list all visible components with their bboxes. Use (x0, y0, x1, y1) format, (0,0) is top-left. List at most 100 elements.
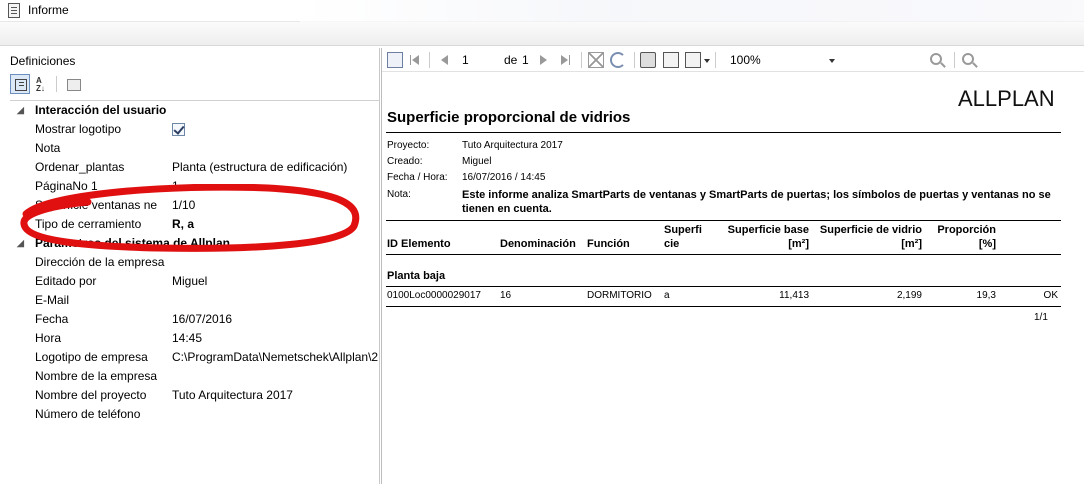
zoom-dropdown-icon[interactable] (829, 59, 835, 63)
property-row-hora[interactable]: Hora 14:45 (10, 329, 380, 348)
refresh-icon[interactable] (610, 52, 626, 68)
first-page-icon[interactable] (407, 52, 423, 68)
edit-icon[interactable] (387, 52, 403, 68)
report-viewer: 1 de 1 100% ALLPLAN Superficie proporcio… (381, 48, 1084, 484)
toolbar-separator (954, 52, 955, 68)
divider (386, 286, 1061, 287)
property-value[interactable]: Planta (estructura de edificación) (172, 158, 382, 177)
export-dropdown-icon[interactable] (704, 59, 710, 63)
property-label: Editado por (35, 274, 97, 288)
property-label: PáginaNo 1 (35, 179, 98, 193)
category-parametros-sistema[interactable]: ◢ Parámetros del sistema de Allplan (10, 234, 380, 253)
property-label: Tipo de cerramiento (35, 217, 142, 231)
property-value[interactable]: 16/07/2016 (172, 310, 382, 329)
categorized-icon[interactable] (10, 74, 30, 94)
zoom-select[interactable]: 100% (730, 52, 761, 68)
search-icon[interactable] (930, 53, 942, 65)
category-label: Interacción del usuario (35, 103, 167, 117)
property-row-email[interactable]: E-Mail (10, 291, 380, 310)
nota-label: Nota: (387, 189, 411, 200)
export-icon[interactable] (685, 52, 701, 68)
meta-label: Proyecto: (387, 140, 430, 151)
property-row-mostrar-logotipo[interactable]: Mostrar logotipo (10, 120, 380, 139)
property-value[interactable]: Tuto Arquitectura 2017 (172, 386, 382, 405)
collapse-icon[interactable]: ◢ (17, 101, 24, 120)
report-page: ALLPLAN Superficie proporcional de vidri… (386, 76, 1061, 481)
property-row-fecha[interactable]: Fecha 16/07/2016 (10, 310, 380, 329)
property-row-nombre-empresa[interactable]: Nombre de la empresa (10, 367, 380, 386)
toolbar-separator (715, 52, 716, 68)
property-row-nombre-proyecto[interactable]: Nombre del proyecto Tuto Arquitectura 20… (10, 386, 380, 405)
property-label: Fecha (35, 312, 69, 326)
page-indicator: 1/1 (1034, 312, 1048, 323)
property-value[interactable]: 1/10 (172, 196, 382, 215)
meta-value: Tuto Arquitectura 2017 (462, 140, 563, 151)
cell-base: 11,413 (779, 290, 809, 301)
print-preview-icon[interactable] (663, 52, 679, 68)
alphabetical-sort-icon[interactable]: A Z↓ (32, 74, 52, 94)
column-header-vidrio-2: [m²] (901, 238, 922, 250)
category-interaccion[interactable]: ◢ Interacción del usuario (10, 101, 380, 120)
page-of-label: de (504, 53, 518, 67)
property-row-tipo-cerramiento[interactable]: Tipo de cerramiento R, a (10, 215, 380, 234)
property-value[interactable]: R, a (172, 215, 382, 234)
property-row-editado-por[interactable]: Editado por Miguel (10, 272, 380, 291)
page-number-input[interactable]: 1 (462, 52, 469, 68)
next-page-icon[interactable] (536, 52, 552, 68)
property-pages-icon[interactable] (62, 74, 82, 94)
property-grid: ◢ Interacción del usuario Mostrar logoti… (10, 100, 380, 424)
last-page-icon[interactable] (557, 52, 573, 68)
print-icon[interactable] (640, 52, 656, 68)
find-next-icon[interactable] (962, 53, 974, 65)
divider (386, 306, 1061, 307)
group-title: Planta baja (387, 270, 446, 282)
property-row-telefono[interactable]: Número de teléfono (10, 405, 380, 424)
category-label: Parámetros del sistema de Allplan (35, 236, 230, 250)
property-row-nota[interactable]: Nota (10, 139, 380, 158)
viewer-toolbar: 1 de 1 100% (382, 48, 1084, 72)
property-row-ordenar-plantas[interactable]: Ordenar_plantas Planta (estructura de ed… (10, 158, 380, 177)
nota-text: Este informe analiza SmartParts de venta… (462, 189, 1051, 215)
mostrar-logotipo-checkbox[interactable] (172, 123, 185, 136)
property-row-superficie-ventanas[interactable]: Superficie ventanas ne 1/10 (10, 196, 380, 215)
stop-icon[interactable] (588, 52, 604, 68)
property-label: Nombre del proyecto (35, 388, 147, 402)
property-label: Superficie ventanas ne (35, 198, 158, 212)
property-row-pagina-no[interactable]: PáginaNo 1 1 (10, 177, 380, 196)
divider (386, 132, 1061, 133)
meta-value: Miguel (462, 156, 492, 167)
meta-label: Creado: (387, 156, 423, 167)
cell-superficie: a (664, 290, 670, 301)
column-header-denominacion: Denominación (500, 238, 576, 250)
report-icon (8, 3, 20, 18)
property-row-logotipo-empresa[interactable]: Logotipo de empresa C:\ProgramData\Nemet… (10, 348, 380, 367)
toolbar-separator (581, 52, 582, 68)
property-label: Nombre de la empresa (35, 369, 158, 383)
cell-id: 0100Loc0000029017 (387, 290, 481, 301)
property-label: Ordenar_plantas (35, 160, 125, 174)
cell-denominacion: 16 (500, 290, 512, 301)
property-value[interactable]: Miguel (172, 272, 382, 291)
divider (386, 220, 1061, 221)
property-value[interactable]: C:\ProgramData\Nemetschek\Allplan\2 (172, 348, 382, 367)
property-grid-toolbar: A Z↓ (10, 74, 110, 94)
window-title: Informe (28, 3, 69, 17)
previous-page-icon[interactable] (436, 52, 452, 68)
property-value[interactable]: 14:45 (172, 329, 382, 348)
column-header-vidrio-1: Superficie de vidrio (819, 224, 922, 236)
total-pages: 1 (522, 53, 529, 67)
report-title: Superficie proporcional de vidrios (387, 109, 631, 126)
window-toolstrip (0, 22, 1084, 46)
property-label: Hora (35, 331, 62, 345)
toolbar-separator (429, 52, 430, 68)
property-value[interactable]: 1 (172, 177, 382, 196)
meta-label: Fecha / Hora: (387, 172, 448, 183)
property-label: E-Mail (35, 293, 70, 307)
column-header-superficie-1: Superfi (664, 224, 702, 236)
meta-value: 16/07/2016 / 14:45 (462, 172, 546, 183)
property-row-direccion[interactable]: Dirección de la empresa (10, 253, 380, 272)
collapse-icon[interactable]: ◢ (17, 234, 24, 253)
property-label: Mostrar logotipo (35, 122, 122, 136)
cell-proporcion: 19,3 (976, 290, 996, 301)
property-label: Número de teléfono (35, 407, 141, 421)
